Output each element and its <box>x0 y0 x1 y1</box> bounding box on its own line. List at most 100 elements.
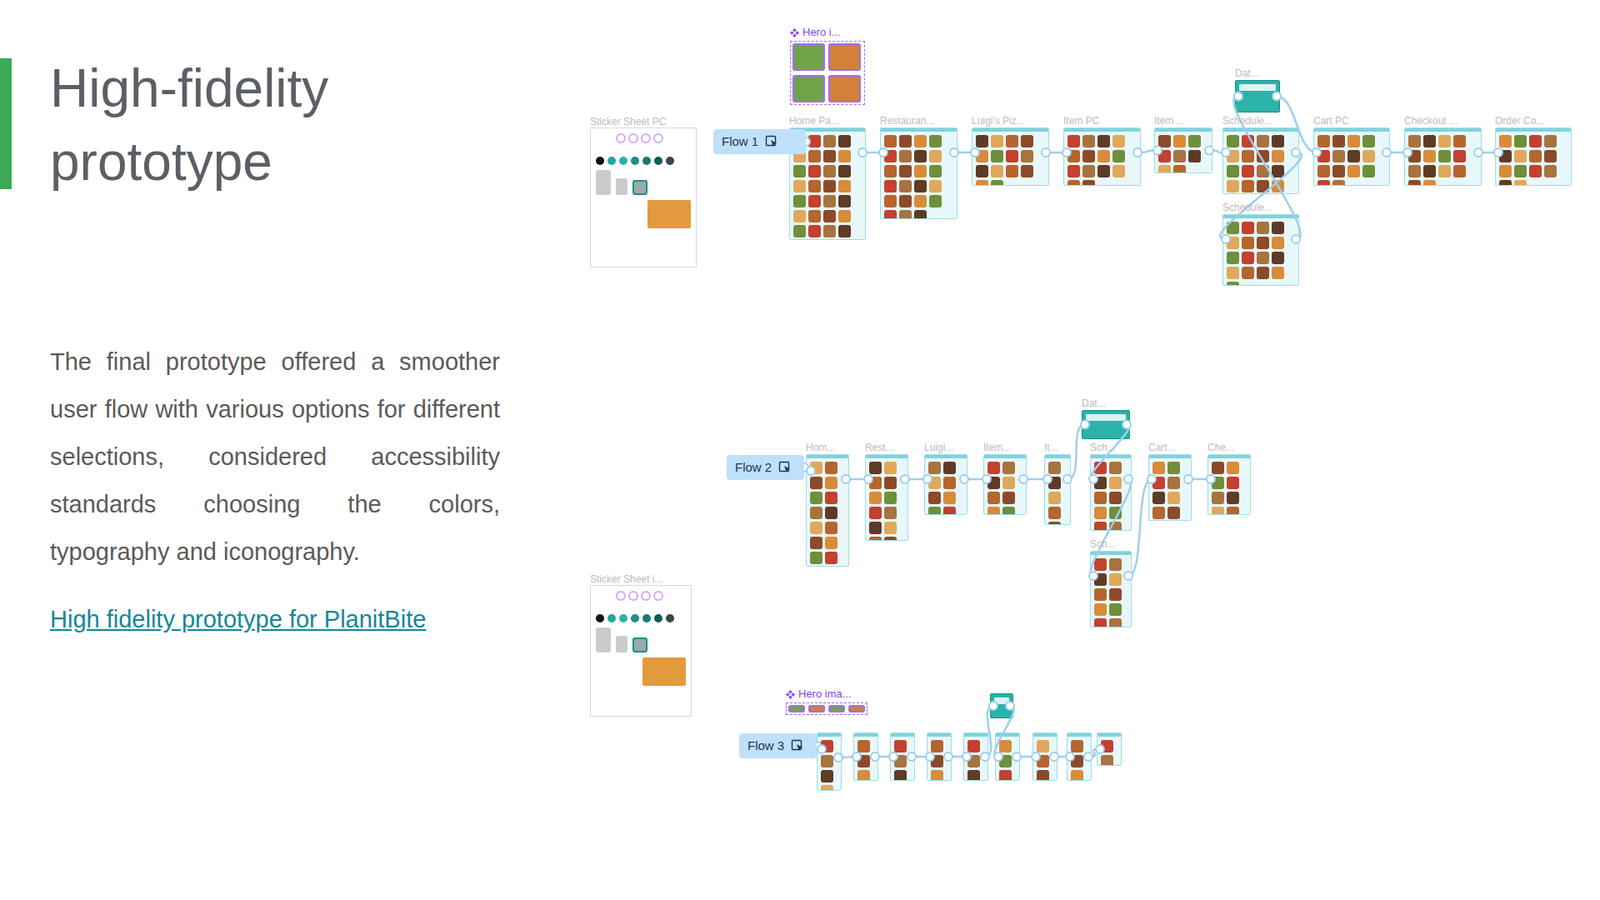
food-thumbnail <box>857 755 870 768</box>
frame-header <box>1495 128 1571 132</box>
food-thumbnail <box>793 165 806 178</box>
prototype-frame[interactable] <box>880 127 958 220</box>
prototype-frame[interactable] <box>1044 454 1071 525</box>
prototype-frame[interactable] <box>995 732 1020 781</box>
prototype-frame[interactable] <box>890 732 915 781</box>
prototype-frame[interactable] <box>990 693 1014 719</box>
prototype-frame[interactable] <box>1096 732 1122 766</box>
food-thumbnail <box>1332 135 1345 148</box>
prototype-frame[interactable] <box>1313 127 1390 186</box>
prototype-frame[interactable] <box>971 127 1050 186</box>
food-thumbnail <box>1423 180 1436 186</box>
food-thumbnail <box>838 180 851 193</box>
flow-start-button[interactable]: Flow 2 <box>726 455 805 480</box>
food-thumbnail <box>1226 506 1240 515</box>
food-thumbnail <box>838 195 851 208</box>
food-thumbnail <box>810 521 823 535</box>
prototype-frame[interactable] <box>1404 127 1482 186</box>
frame-label: Schedule... <box>1222 115 1273 127</box>
food-thumbnail <box>1514 180 1527 186</box>
prototype-frame[interactable] <box>1081 410 1130 440</box>
prototype-link[interactable]: High fidelity prototype for PlanitBite <box>50 600 426 638</box>
thumbnail-grid <box>1067 736 1091 781</box>
flow-start-button[interactable]: Flow 3 <box>739 733 817 759</box>
sticker-sheet[interactable] <box>590 127 697 268</box>
prototype-frame[interactable] <box>1222 127 1300 195</box>
frame-label: Checkout ... <box>1404 115 1458 127</box>
frame-header <box>1314 128 1390 132</box>
flow-start-button[interactable]: Flow 1 <box>713 129 806 155</box>
frame-label: Sticker Sheet i... <box>590 573 663 585</box>
prototype-frame[interactable] <box>983 454 1027 515</box>
hero-component[interactable] <box>785 702 868 715</box>
prototype-frame[interactable] <box>865 454 909 541</box>
food-thumbnail <box>820 785 834 791</box>
prototype-frame[interactable] <box>853 732 879 781</box>
thumbnail-grid <box>972 131 1049 186</box>
prototype-frame[interactable] <box>1222 214 1300 286</box>
food-thumbnail <box>1408 150 1421 163</box>
food-thumbnail <box>869 536 882 541</box>
food-thumbnail <box>1100 755 1114 766</box>
food-thumbnail <box>823 225 836 238</box>
sticker-sheet[interactable] <box>590 585 692 717</box>
hero-image <box>792 43 825 71</box>
food-thumbnail <box>1256 180 1270 193</box>
prototype-frame[interactable] <box>805 454 850 567</box>
connections <box>0 0 1600 900</box>
food-thumbnail <box>838 225 851 238</box>
prototype-frame[interactable] <box>1235 80 1280 113</box>
food-thumbnail <box>825 506 838 520</box>
prototype-frame[interactable] <box>1495 127 1572 186</box>
food-thumbnail <box>975 165 989 178</box>
food-thumbnail <box>1082 165 1095 178</box>
food-thumbnail <box>884 210 897 220</box>
food-thumbnail <box>884 135 897 148</box>
slide-body: The final prototype offered a smoother u… <box>50 338 500 576</box>
food-thumbnail <box>930 770 944 781</box>
food-thumbnail <box>1094 558 1107 571</box>
food-thumbnail <box>1094 491 1107 505</box>
food-thumbnail <box>1347 150 1360 163</box>
thumbnail-grid <box>1090 458 1131 531</box>
food-thumbnail <box>1002 476 1015 490</box>
hero-component[interactable] <box>790 40 865 105</box>
food-thumbnail <box>1152 506 1165 520</box>
color-swatch <box>619 156 628 165</box>
thumbnail-grid <box>865 458 908 541</box>
prototype-frame[interactable] <box>924 454 968 515</box>
color-swatch <box>642 614 651 623</box>
prototype-frame[interactable] <box>1032 732 1058 781</box>
food-thumbnail <box>1211 461 1225 475</box>
hero-sample <box>642 657 686 686</box>
thumbnail-grid <box>1495 131 1571 186</box>
food-thumbnail <box>1094 461 1107 475</box>
prototype-frame[interactable] <box>926 732 952 781</box>
food-thumbnail <box>884 150 897 163</box>
prototype-frame[interactable] <box>1066 732 1092 781</box>
food-thumbnail <box>1499 180 1512 186</box>
frame-header <box>925 455 967 459</box>
prototype-frame[interactable] <box>963 732 989 781</box>
food-thumbnail <box>1271 266 1285 280</box>
prototype-frame[interactable] <box>816 732 842 791</box>
frame-label: Item PC <box>1063 115 1100 127</box>
food-thumbnail <box>990 165 1004 178</box>
food-thumbnail <box>1211 491 1225 505</box>
icon-row <box>595 170 691 195</box>
food-thumbnail <box>793 135 806 148</box>
prototype-frame[interactable] <box>1090 550 1132 628</box>
frame-label: Sch... <box>1090 538 1116 550</box>
hero-sample <box>647 200 691 229</box>
prototype-frame[interactable] <box>789 127 866 240</box>
prototype-frame[interactable] <box>1207 454 1251 515</box>
icon-row <box>595 627 686 653</box>
prototype-frame[interactable] <box>1090 454 1132 531</box>
food-thumbnail <box>1112 165 1125 178</box>
prototype-frame[interactable] <box>1063 127 1141 186</box>
prototype-frame[interactable] <box>1154 127 1213 174</box>
prototype-frame[interactable] <box>1148 454 1192 521</box>
food-thumbnail <box>1271 251 1285 265</box>
food-thumbnail <box>1226 266 1240 280</box>
play-icon-wrap <box>778 460 792 475</box>
